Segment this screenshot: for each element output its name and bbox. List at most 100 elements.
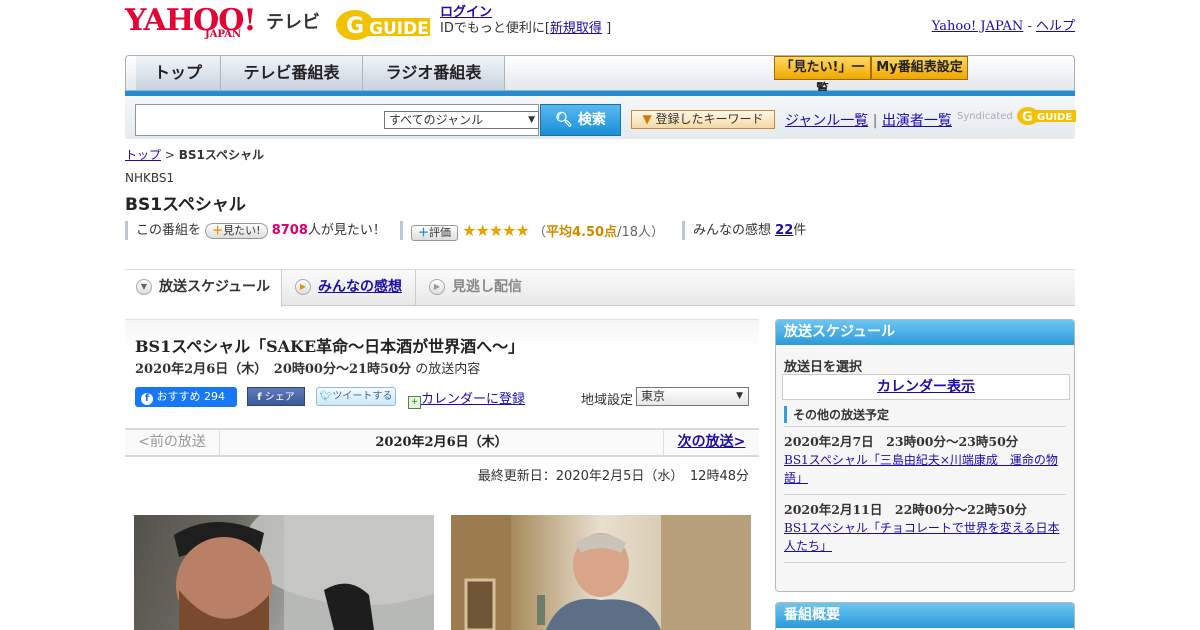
broadcast-item: 2020年2月7日 23時00分～23時50分 BS1スペシャル「三島由紀夫×川… bbox=[784, 426, 1066, 487]
my-table-settings-button[interactable]: My番組表設定 bbox=[871, 56, 968, 80]
rate-button[interactable]: ＋評価 bbox=[411, 224, 458, 241]
gguide-logo: G GUIDE bbox=[335, 6, 433, 42]
broadcast-item-time: 2020年2月11日 22時00分～22時50分 bbox=[784, 502, 1027, 517]
search-button[interactable]: 🔍︎ 検索 bbox=[540, 104, 621, 136]
tab-schedule[interactable]: ▼ 放送スケジュール bbox=[125, 270, 282, 307]
search-button-label: 検索 bbox=[577, 112, 606, 128]
other-broadcasts-label: その他の放送予定 bbox=[784, 406, 889, 423]
keywords-arrow-icon: ▼ bbox=[642, 112, 652, 126]
breadcrumb-sep: > bbox=[161, 148, 179, 162]
mitai-segment: この番組を ＋見たい! 8708人が見たい！ bbox=[125, 221, 386, 240]
region-select[interactable]: 東京 ▼ bbox=[636, 387, 749, 406]
breadcrumb: トップ > BS1スペシャル bbox=[125, 146, 264, 163]
keywords-button[interactable]: ▼ 登録したキーワード bbox=[631, 110, 775, 129]
nav-tab-top[interactable]: トップ bbox=[136, 56, 221, 90]
login-sub-text: IDでもっと便利に[ bbox=[440, 21, 550, 36]
mitai-list-button[interactable]: 「見たい!」一覧 bbox=[774, 56, 871, 97]
calendar-show-button[interactable]: カレンダー表示 bbox=[782, 374, 1070, 400]
breadcrumb-current: BS1スペシャル bbox=[178, 148, 265, 162]
rating-avg-open: （ bbox=[533, 225, 547, 240]
calendar-register-link: カレンダーに登録 bbox=[421, 392, 526, 407]
nav-tab-tv[interactable]: テレビ番組表 bbox=[221, 56, 363, 90]
play-arrow-icon: ▶ bbox=[295, 279, 311, 295]
svg-text:G: G bbox=[1022, 110, 1033, 125]
plus-icon: ＋ bbox=[418, 225, 429, 239]
facebook-recommend-label: おすすめ bbox=[156, 390, 201, 403]
sidebar-summary: 番組概要 bbox=[775, 602, 1075, 630]
yahoo-japan-logo-sub: JAPAN bbox=[205, 29, 242, 40]
reviews-segment: みんなの感想 22件 bbox=[682, 221, 806, 240]
svg-text:GUIDE: GUIDE bbox=[369, 19, 429, 39]
mitai-count: 8708 bbox=[271, 223, 308, 238]
yahoo-japan-link[interactable]: Yahoo! JAPAN bbox=[932, 19, 1024, 34]
episode-date-suffix: の放送内容 bbox=[415, 362, 481, 377]
broadcast-item-time: 2020年2月7日 23時00分～23時50分 bbox=[784, 434, 1019, 449]
sidebar-summary-heading: 番組概要 bbox=[776, 603, 1074, 628]
chevron-down-icon: ▼ bbox=[528, 115, 535, 125]
current-broadcast-date: 2020年2月6日（木） bbox=[375, 435, 508, 450]
program-tabs: ▼ 放送スケジュール ▶ みんなの感想 ▶ 見逃し配信 bbox=[125, 269, 1075, 307]
svg-text:G: G bbox=[346, 14, 364, 39]
mitai-suffix: 人が見たい！ bbox=[307, 223, 386, 238]
facebook-recommend-count: 294 bbox=[204, 390, 225, 403]
tab-reviews-label: みんなの感想 bbox=[318, 279, 402, 295]
tweet-button[interactable]: 🐦︎ツイートする bbox=[316, 387, 396, 406]
sidebar-schedule: 放送スケジュール 放送日を選択 カレンダー表示 その他の放送予定 2020年2月… bbox=[775, 319, 1075, 592]
episode-title: BS1スペシャル「SAKE革命～日本酒が世界酒へ～」 bbox=[135, 337, 525, 356]
sidebar-schedule-heading: 放送スケジュール bbox=[776, 320, 1074, 345]
page-title: BS1スペシャル bbox=[125, 195, 246, 215]
rate-button-label: 評価 bbox=[429, 225, 451, 239]
keywords-button-label: 登録したキーワード bbox=[655, 112, 764, 126]
nav-tab-radio[interactable]: ラジオ番組表 bbox=[363, 56, 505, 90]
tab-missed-label: 見逃し配信 bbox=[452, 279, 522, 295]
search-links: ジャンル一覧 | 出演者一覧 bbox=[785, 110, 952, 130]
broadcast-item-link[interactable]: BS1スペシャル「チョコレートで世界を変える日本人たち」 bbox=[784, 521, 1059, 553]
prev-broadcast-button[interactable]: <前の放送 bbox=[125, 430, 220, 455]
main-nav: トップ テレビ番組表 ラジオ番組表 「見たい!」一覧 My番組表設定 bbox=[125, 55, 1075, 97]
chevron-down-icon: ▼ bbox=[136, 279, 152, 295]
pick-date-label: 放送日を選択 bbox=[784, 360, 863, 375]
calendar-show-link: カレンダー表示 bbox=[877, 379, 975, 395]
gguide-mini-icon: G GUIDE bbox=[1016, 107, 1076, 125]
header-link-sep: - bbox=[1023, 19, 1036, 34]
episode-date: 2020年2月6日（木） 20時00分～21時50分 の放送内容 bbox=[135, 358, 480, 377]
region-select-value: 東京 bbox=[641, 389, 666, 403]
svg-text:GUIDE: GUIDE bbox=[1037, 112, 1072, 123]
facebook-recommend-button[interactable]: f おすすめ 294 bbox=[135, 387, 237, 407]
broadcast-item-link[interactable]: BS1スペシャル「三島由紀夫×川端康成 運命の物語」 bbox=[784, 453, 1058, 485]
genre-list-link[interactable]: ジャンル一覧 bbox=[785, 113, 868, 129]
facebook-share-button[interactable]: f シェア bbox=[247, 387, 305, 406]
header-links: Yahoo! JAPAN - ヘルプ bbox=[932, 15, 1075, 34]
performer-list-link[interactable]: 出演者一覧 bbox=[882, 113, 952, 129]
tab-reviews[interactable]: ▶ みんなの感想 bbox=[284, 270, 416, 306]
mitai-button-label: 見たい! bbox=[223, 223, 261, 237]
reviews-count-link[interactable]: 22 bbox=[775, 223, 793, 238]
rating-stars: ★★★★★ bbox=[462, 221, 530, 240]
facebook-share-label: シェア bbox=[264, 392, 295, 403]
tab-missed[interactable]: ▶ 見逃し配信 bbox=[418, 270, 548, 306]
rating-count: /18人） bbox=[617, 225, 665, 240]
broadcast-pager: <前の放送 2020年2月6日（木） 次の放送> bbox=[125, 428, 759, 457]
signup-link[interactable]: 新規取得 bbox=[550, 21, 602, 36]
calendar-register[interactable]: + カレンダーに登録 bbox=[408, 388, 525, 409]
tweet-label: ツイートする bbox=[332, 391, 393, 402]
help-link[interactable]: ヘルプ bbox=[1036, 19, 1075, 34]
mitai-prefix: この番組を bbox=[136, 223, 202, 238]
genre-select[interactable]: すべてのジャンル ▼ bbox=[384, 111, 539, 129]
next-broadcast-button[interactable]: 次の放送> bbox=[663, 430, 759, 455]
tab-schedule-label: 放送スケジュール bbox=[159, 279, 271, 295]
login-sub-close: ] bbox=[601, 21, 612, 36]
login-link[interactable]: ログイン bbox=[440, 5, 492, 20]
channel-name: NHKBS1 bbox=[125, 171, 175, 185]
episode-datetime: 2020年2月6日（木） 20時00分～21時50分 bbox=[135, 362, 412, 377]
tv-logo-label[interactable]: テレビ bbox=[266, 8, 320, 34]
reviews-unit: 件 bbox=[793, 223, 807, 238]
search-links-divider: | bbox=[872, 113, 878, 129]
calendar-plus-icon: + bbox=[408, 396, 421, 409]
breadcrumb-top-link[interactable]: トップ bbox=[125, 148, 161, 162]
broadcast-item: 2020年2月11日 22時00分～22時50分 BS1スペシャル「チョコレート… bbox=[784, 494, 1066, 555]
mitai-button[interactable]: ＋見たい! bbox=[205, 222, 268, 239]
login-block: ログイン IDでもっと便利に[新規取得 ] bbox=[440, 5, 611, 37]
facebook-icon: f bbox=[257, 392, 262, 403]
chevron-down-icon: ▼ bbox=[736, 391, 743, 401]
